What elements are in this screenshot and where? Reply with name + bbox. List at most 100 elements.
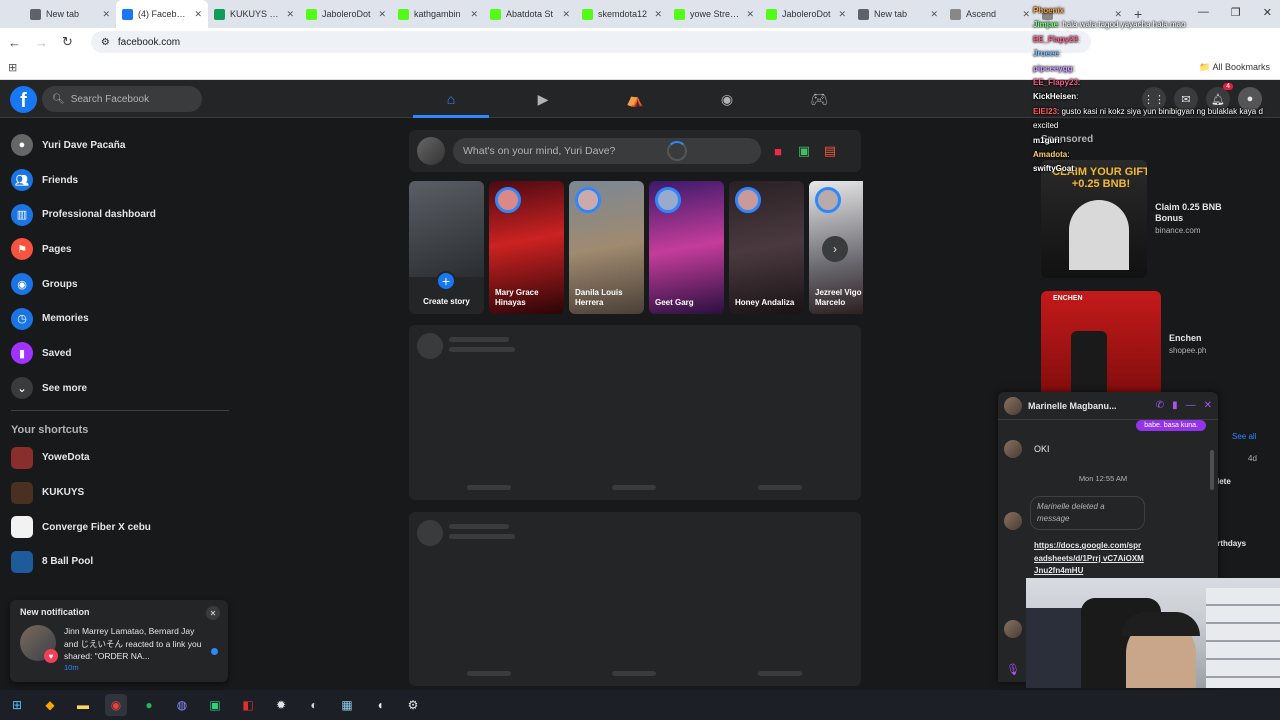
discord-icon[interactable]: ◍ bbox=[171, 694, 193, 716]
delete-button[interactable]: lete bbox=[1217, 477, 1231, 486]
close-icon[interactable]: ✕ bbox=[206, 606, 220, 620]
chat-text: : bbox=[1077, 78, 1081, 88]
shortcut-item[interactable]: KUKUYS bbox=[6, 475, 236, 510]
phone-icon[interactable]: ✆ bbox=[1156, 400, 1164, 411]
reel-icon[interactable]: ▤ bbox=[821, 143, 839, 159]
chevron-right-icon[interactable]: › bbox=[822, 236, 848, 262]
shortcut-item[interactable]: Converge Fiber X cebu bbox=[6, 510, 236, 545]
app-icon[interactable]: ▣ bbox=[204, 694, 226, 716]
browser-tab[interactable]: (4) Facebook ✕ bbox=[116, 0, 208, 28]
story-card-create[interactable]: + Create story bbox=[409, 181, 484, 314]
app-icon[interactable]: ◖ bbox=[369, 694, 391, 716]
sender-avatar bbox=[1004, 440, 1022, 458]
video-tab[interactable]: ▶ bbox=[497, 80, 589, 118]
gaming-tab[interactable]: 🎮︎ bbox=[773, 80, 865, 118]
steam-icon[interactable]: ◐ bbox=[303, 694, 325, 716]
sidebar-item[interactable]: ◉ Groups bbox=[6, 267, 236, 302]
avatar[interactable] bbox=[417, 137, 445, 165]
sidebar-item-label: Friends bbox=[42, 174, 79, 186]
search-input[interactable]: 🔍︎ Search Facebook bbox=[42, 86, 202, 112]
minimize-icon[interactable]: — bbox=[1186, 400, 1196, 411]
settings-icon[interactable]: ⚙ bbox=[402, 694, 424, 716]
close-tab-icon[interactable]: ✕ bbox=[562, 9, 570, 20]
close-tab-icon[interactable]: ✕ bbox=[1022, 9, 1030, 20]
apps-grid-icon[interactable]: ⊞ bbox=[8, 61, 17, 74]
sidebar-item[interactable]: ◷ Memories bbox=[6, 301, 236, 336]
sidebar-item[interactable]: ● Yuri Dave Pacaña bbox=[6, 128, 236, 163]
close-tab-icon[interactable]: ✕ bbox=[194, 9, 202, 20]
status-input[interactable]: What's on your mind, Yuri Dave? bbox=[453, 138, 761, 164]
browser-tab[interactable]: kathgambin ✕ bbox=[392, 0, 484, 28]
site-info-icon[interactable]: ⚙ bbox=[101, 37, 110, 48]
webcam-overlay bbox=[1026, 578, 1280, 688]
photo-icon[interactable]: ▣ bbox=[795, 143, 813, 159]
sidebar-item[interactable]: ⚑ Pages bbox=[6, 232, 236, 267]
app-icon[interactable]: ▦ bbox=[336, 694, 358, 716]
shortcut-label: YoweDota bbox=[42, 452, 90, 464]
browser-tab[interactable]: yowe Stream ✕ bbox=[668, 0, 760, 28]
live-video-icon[interactable]: ■ bbox=[769, 144, 787, 159]
close-tab-icon[interactable]: ✕ bbox=[654, 9, 662, 20]
ad-person-figure bbox=[1069, 200, 1129, 270]
story-card[interactable]: Honey Andaliza bbox=[729, 181, 804, 314]
story-card[interactable]: Danila Louis Herrera bbox=[569, 181, 644, 314]
sidebar-item-label: Professional dashboard bbox=[42, 209, 156, 221]
forward-icon[interactable]: → bbox=[35, 35, 48, 50]
sidebar-item[interactable]: ⌄ See more bbox=[6, 371, 236, 406]
favicon-icon bbox=[582, 8, 593, 20]
browser-tab[interactable]: Ascend ✕ bbox=[944, 0, 1036, 28]
home-tab[interactable]: ⌂ bbox=[405, 80, 497, 118]
sidebar-item[interactable]: ▥ Professional dashboard bbox=[6, 197, 236, 232]
chat-header[interactable]: Marinelle Magbanu... ✆ ▮ — ✕ bbox=[998, 392, 1218, 420]
close-tab-icon[interactable]: ✕ bbox=[838, 9, 846, 20]
groups-icon: ◉ bbox=[720, 90, 734, 107]
shortcut-item[interactable]: 8 Ball Pool bbox=[6, 545, 236, 580]
windows-start-icon[interactable]: ⊞ bbox=[6, 694, 28, 716]
clock-icon: ◷ bbox=[11, 307, 33, 330]
marketplace-tab[interactable]: ⛺ bbox=[589, 80, 681, 118]
close-icon[interactable]: ✕ bbox=[1204, 400, 1212, 411]
app-icon[interactable]: ✹ bbox=[270, 694, 292, 716]
browser-tab[interactable]: skemdota12 ✕ bbox=[576, 0, 668, 28]
close-tab-icon[interactable]: ✕ bbox=[286, 9, 294, 20]
app-icon[interactable]: ◆ bbox=[39, 694, 61, 716]
browser-tab[interactable]: KUKUYS BAS ✕ bbox=[208, 0, 300, 28]
close-tab-icon[interactable]: ✕ bbox=[378, 9, 386, 20]
back-icon[interactable]: ← bbox=[8, 35, 21, 50]
browser-tab[interactable]: New tab ✕ bbox=[852, 0, 944, 28]
groups-tab[interactable]: ◉ bbox=[681, 80, 773, 118]
file-explorer-icon[interactable]: ▬ bbox=[72, 694, 94, 716]
app-icon[interactable]: ◧ bbox=[237, 694, 259, 716]
close-tab-icon[interactable]: ✕ bbox=[470, 9, 478, 20]
sidebar-item[interactable]: ▮ Saved bbox=[6, 336, 236, 371]
url-field[interactable]: ⚙ facebook.com bbox=[90, 31, 1091, 53]
sidebar-item-label: Pages bbox=[42, 243, 72, 255]
video-call-icon[interactable]: ▮ bbox=[1172, 400, 1178, 411]
scrollbar[interactable] bbox=[1210, 450, 1214, 490]
browser-tab[interactable]: Abatdota St ✕ bbox=[484, 0, 576, 28]
close-tab-icon[interactable]: ✕ bbox=[930, 9, 938, 20]
shortcut-label: 8 Ball Pool bbox=[42, 556, 94, 568]
see-all-link[interactable]: See all bbox=[1232, 432, 1256, 441]
new-notification-toast[interactable]: New notification ✕ ♥ Jinn Marrey Lamatao… bbox=[10, 600, 228, 682]
sidebar-item[interactable]: 👥︎ Friends bbox=[6, 163, 236, 198]
shared-link[interactable]: https://docs.google.com/spreadsheets/d/1… bbox=[1034, 540, 1144, 578]
close-tab-icon[interactable]: ✕ bbox=[746, 9, 754, 20]
browser-tab[interactable]: JaboleroDot ✕ bbox=[300, 0, 392, 28]
chrome-icon[interactable]: ◉ bbox=[105, 694, 127, 716]
chat-username: swiftyGoat bbox=[1033, 164, 1074, 174]
chat-text: : bbox=[1077, 34, 1081, 44]
spotify-icon[interactable]: ● bbox=[138, 694, 160, 716]
browser-tab[interactable]: New tab ✕ bbox=[24, 0, 116, 28]
story-card[interactable]: Geet Garg bbox=[649, 181, 724, 314]
story-avatar bbox=[735, 187, 761, 213]
browser-tab[interactable]: JaboleroDot ✕ bbox=[760, 0, 852, 28]
close-tab-icon[interactable]: ✕ bbox=[102, 9, 110, 20]
story-card[interactable]: Mary Grace Hinayas bbox=[489, 181, 564, 314]
bookmark-icon: ▮ bbox=[11, 342, 33, 365]
ad-product-shape bbox=[1071, 331, 1107, 399]
facebook-logo[interactable]: f bbox=[10, 86, 37, 113]
shortcut-item[interactable]: YoweDota bbox=[6, 441, 236, 476]
reload-icon[interactable]: ↻ bbox=[62, 34, 73, 50]
microphone-icon[interactable]: 🎙︎ bbox=[1006, 663, 1020, 676]
